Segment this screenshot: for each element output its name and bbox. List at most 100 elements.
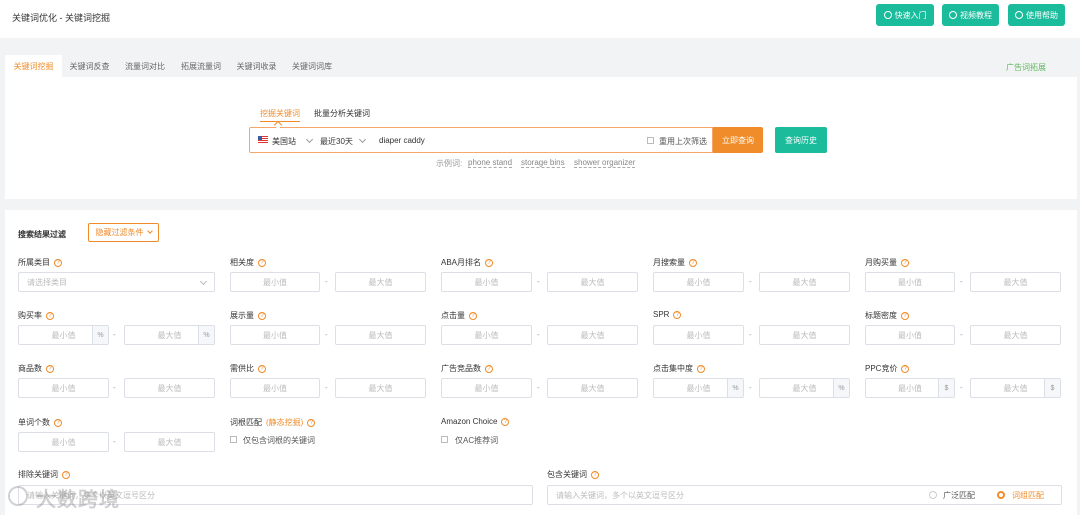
chevron-down-icon <box>358 135 367 144</box>
word-count-min-input[interactable]: 最小值 <box>18 432 109 452</box>
help-icon: ? <box>689 258 697 267</box>
aba-rank-max-input[interactable]: 最大值 <box>547 272 638 292</box>
clicks-label: 点击量? <box>441 310 477 321</box>
tab-keyword-index[interactable]: 关键词收录 <box>229 55 284 77</box>
subtab-mine[interactable]: 挖掘关键词 <box>260 108 300 119</box>
help-icon: ? <box>46 364 54 373</box>
click-concentration-label: 点击集中度? <box>653 363 705 374</box>
watermark-logo-icon <box>8 486 28 506</box>
help-icon: ? <box>673 310 682 319</box>
static-mining-link[interactable]: (静态挖掘) <box>266 417 303 428</box>
ad-competitors-max-input[interactable]: 最大值 <box>547 378 638 398</box>
reuse-filter-label: 重用上次筛选 <box>659 137 707 146</box>
root-match-label: 词根匹配 (静态挖掘)? <box>230 417 316 428</box>
purchase-rate-max-input[interactable]: 最大值% <box>124 325 215 345</box>
play-icon <box>883 11 892 19</box>
reuse-filter-checkbox[interactable] <box>647 137 654 144</box>
aba-rank-label: ABA月排名? <box>441 257 494 268</box>
tab-ad-keywords[interactable]: 广告词拓展 <box>1006 62 1046 73</box>
product-count-max-input[interactable]: 最大值 <box>124 378 215 398</box>
product-count-label: 商品数? <box>18 363 54 374</box>
tab-keyword-mining[interactable]: 关键词挖掘 <box>5 55 62 77</box>
subtab-batch[interactable]: 批量分析关键词 <box>314 108 370 119</box>
word-count-max-input[interactable]: 最大值 <box>124 432 215 452</box>
title-density-min-input[interactable]: 最小值 <box>865 325 955 345</box>
relevance-max-input[interactable]: 最大值 <box>335 272 426 292</box>
help-icon: ? <box>307 418 316 427</box>
tab-traffic-compare[interactable]: 流量词对比 <box>117 55 173 77</box>
search-bar: 美国站 最近30天 diaper caddy 重用上次筛选 <box>249 127 713 153</box>
title-density-max-input[interactable]: 最大值 <box>970 325 1061 345</box>
hide-filter-button[interactable]: 隐藏过滤条件 <box>88 223 159 242</box>
category-select[interactable]: 请选择类目 <box>18 272 215 292</box>
period-select[interactable]: 最近30天 <box>320 136 353 147</box>
help-icon: ? <box>54 258 62 267</box>
keyword-input[interactable]: diaper caddy <box>379 136 425 145</box>
example-phone-stand[interactable]: phone stand <box>468 158 513 168</box>
help-icon: ? <box>697 364 705 373</box>
click-concentration-min-input[interactable]: 最小值% <box>653 378 744 398</box>
tab-reverse-lookup[interactable]: 关键词反查 <box>62 55 117 77</box>
ppc-bid-max-input[interactable]: 最大值 $ <box>970 378 1061 398</box>
site-select[interactable]: 美国站 <box>272 136 296 147</box>
relevance-label: 相关度? <box>230 257 266 268</box>
monthly-purchase-max-input[interactable]: 最大值 <box>970 272 1061 292</box>
tab-keyword-library[interactable]: 关键词词库 <box>284 55 340 77</box>
ppc-bid-label: PPC竞价? <box>865 363 910 374</box>
amazon-choice-label: Amazon Choice? <box>441 417 510 426</box>
supply-demand-max-input[interactable]: 最大值 <box>335 378 426 398</box>
include-keywords-input[interactable]: 请输入关键词，多个以英文逗号区分 <box>547 485 1062 505</box>
monthly-purchase-min-input[interactable]: 最小值 <box>865 272 955 292</box>
watermark: 大数跨境 <box>36 489 120 511</box>
history-button[interactable]: 查询历史 <box>775 127 827 153</box>
help-icon <box>1015 11 1023 19</box>
help-icon: ? <box>901 364 910 373</box>
root-only-checkbox[interactable] <box>230 436 237 443</box>
click-concentration-max-input[interactable]: 最大值% <box>759 378 850 398</box>
monthly-search-label: 月搜索量? <box>653 257 697 268</box>
relevance-min-input[interactable]: 最小值 <box>230 272 320 292</box>
title-density-label: 标题密度? <box>865 310 909 321</box>
query-button[interactable]: 立即查询 <box>713 127 763 153</box>
quick-start-button[interactable]: 快速入门 <box>876 4 934 26</box>
chevron-down-icon <box>199 277 208 286</box>
help-icon: ? <box>258 311 266 320</box>
help-icon: ? <box>901 258 909 267</box>
tab-bar: 关键词挖掘 关键词反查 流量词对比 拓展流量词 关键词收录 关键词词库 <box>5 55 1077 77</box>
impressions-max-input[interactable]: 最大值 <box>335 325 426 345</box>
ad-competitors-min-input[interactable]: 最小值 <box>441 378 532 398</box>
ac-only-checkbox[interactable] <box>441 436 448 443</box>
help-icon: ? <box>485 364 493 373</box>
impressions-min-input[interactable]: 最小值 <box>230 325 320 345</box>
example-shower-organizer[interactable]: shower organizer <box>574 158 636 168</box>
phrase-match-label: 词组匹配 <box>1012 491 1044 500</box>
help-icon: ? <box>501 417 510 426</box>
clicks-min-input[interactable]: 最小值 <box>441 325 532 345</box>
monthly-search-max-input[interactable]: 最大值 <box>759 272 850 292</box>
purchase-rate-label: 购买率? <box>18 310 54 321</box>
help-icon: ? <box>901 311 909 320</box>
tab-expand-traffic[interactable]: 拓展流量词 <box>173 55 229 77</box>
example-storage-bins[interactable]: storage bins <box>521 158 565 168</box>
filter-panel <box>5 210 1077 515</box>
help-icon: ? <box>54 418 62 427</box>
broad-match-radio[interactable] <box>929 491 937 499</box>
supply-demand-min-input[interactable]: 最小值 <box>230 378 320 398</box>
examples-label: 示例词: <box>436 159 463 168</box>
clicks-max-input[interactable]: 最大值 <box>547 325 638 345</box>
ppc-bid-min-input[interactable]: 最小值 $ <box>865 378 955 398</box>
purchase-rate-min-input[interactable]: 最小值% <box>18 325 109 345</box>
spr-max-input[interactable]: 最大值 <box>759 325 850 345</box>
impressions-label: 展示量? <box>230 310 266 321</box>
help-button[interactable]: 使用帮助 <box>1008 4 1065 26</box>
video-icon <box>949 11 957 19</box>
product-count-min-input[interactable]: 最小值 <box>18 378 109 398</box>
video-tutorial-button[interactable]: 视频教程 <box>942 4 999 26</box>
aba-rank-min-input[interactable]: 最小值 <box>441 272 532 292</box>
help-icon: ? <box>62 470 70 479</box>
spr-min-input[interactable]: 最小值 <box>653 325 744 345</box>
monthly-search-min-input[interactable]: 最小值 <box>653 272 744 292</box>
help-icon: ? <box>485 258 494 267</box>
phrase-match-radio[interactable] <box>997 491 1005 499</box>
ac-only-label: 仅AC推荐词 <box>455 436 499 445</box>
